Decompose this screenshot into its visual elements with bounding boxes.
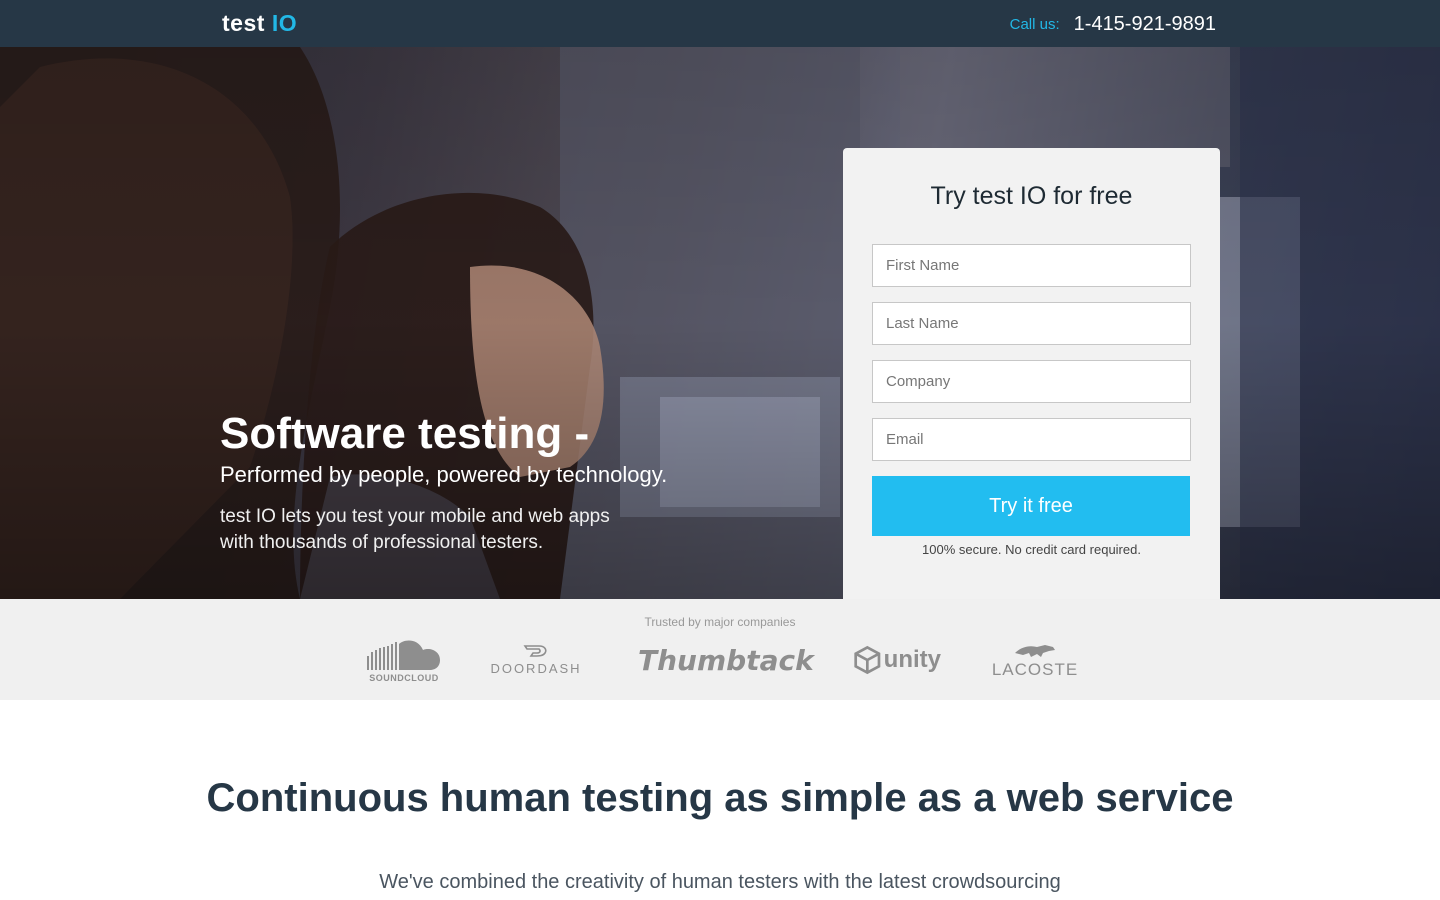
hero-description: test IO lets you test your mobile and we… [220,504,660,556]
logo-text-io: IO [271,9,298,36]
signup-form-title: Try test IO for free [930,182,1133,210]
hero-headline: Software testing - [220,409,590,458]
doordash-wordmark: DOORDASH [490,661,582,676]
phone-number[interactable]: 1-415-921-9891 [1074,13,1216,36]
email-field[interactable] [872,418,1191,461]
company-field[interactable] [872,360,1191,403]
signup-form-card: Try test IO for free Try it free 100% se… [843,148,1220,599]
doordash-logo: DOORDASH [489,637,583,683]
doordash-dash-icon [523,645,547,657]
try-it-free-button[interactable]: Try it free [872,476,1190,536]
trusted-by-strip: Trusted by major companies SOUNDCLOUD DO… [0,599,1440,700]
trusted-label: Trusted by major companies [644,615,796,629]
call-us-label: Call us: [1009,15,1060,33]
soundcloud-cloud-icon [367,640,440,670]
unity-wordmark: unity [883,646,941,673]
hero-description-line2: with thousands of professional testers. [220,532,544,553]
thumbtack-logo: Thumbtack [634,637,814,683]
secure-note: 100% secure. No credit card required. [922,542,1141,557]
unity-cube-icon [854,645,881,675]
section-title: Continuous human testing as simple as a … [206,776,1234,820]
logo-text-test: test [222,9,265,36]
soundcloud-wordmark: SOUNDCLOUD [369,673,439,683]
last-name-field[interactable] [872,302,1191,345]
thumbtack-wordmark: Thumbtack [638,643,814,677]
section-text: We've combined the creativity of human t… [379,871,1061,893]
top-bar: test IO Call us: 1-415-921-9891 [0,0,1440,47]
lacoste-logo: LACOSTE [991,637,1079,683]
call-us: Call us: 1-415-921-9891 [1010,10,1216,38]
hero-section: Software testing - Performed by people, … [0,47,1440,599]
lacoste-crocodile-icon [1015,644,1055,657]
hero-subheadline: Performed by people, powered by technolo… [220,462,668,487]
testio-logo[interactable]: test IO [222,9,297,37]
unity-logo: unity [853,637,941,683]
soundcloud-logo: SOUNDCLOUD [366,637,442,683]
lacoste-wordmark: LACOSTE [991,659,1079,679]
hero-shade-overlay [0,47,1440,599]
company-logos: SOUNDCLOUD DOORDASH Thumbtack unity LACO… [0,637,1440,683]
hero-description-line1: test IO lets you test your mobile and we… [220,506,610,527]
first-name-field[interactable] [872,244,1191,287]
